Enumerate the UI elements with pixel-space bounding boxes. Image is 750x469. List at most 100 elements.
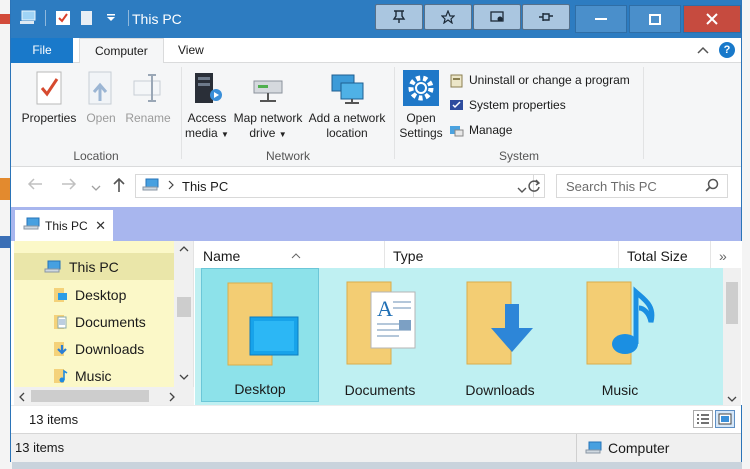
item-count: 13 items [15, 440, 65, 455]
rename-button[interactable]: Rename [123, 69, 173, 126]
rename-icon [133, 74, 161, 102]
nav-horizontal-scrollbar[interactable] [14, 387, 194, 405]
chevron-down-icon[interactable] [102, 9, 120, 27]
scroll-thumb[interactable] [31, 390, 149, 402]
tab-view[interactable]: View [163, 38, 219, 63]
explorer-window: This PC File Computer View ? Properties … [10, 0, 742, 462]
forward-arrow-icon[interactable] [61, 177, 77, 196]
file-item-music[interactable]: Music [561, 268, 679, 402]
scroll-thumb[interactable] [177, 297, 191, 317]
network-location-icon [331, 74, 364, 104]
back-arrow-icon[interactable] [27, 177, 43, 196]
status-location: Computer [576, 434, 669, 462]
uninstall-icon [450, 74, 463, 87]
divider [45, 10, 46, 26]
column-header-name[interactable]: Name [195, 241, 385, 268]
expand-ribbon-icon[interactable] [697, 43, 709, 57]
tab-this-pc[interactable]: This PC ✕ [15, 210, 113, 241]
column-header-total-size[interactable]: Total Size [619, 241, 711, 268]
tab-label: This PC [45, 218, 88, 233]
content-vertical-scrollbar[interactable] [723, 268, 741, 405]
open-button[interactable]: Open [81, 69, 121, 126]
nav-vertical-scrollbar[interactable] [174, 241, 193, 387]
map-network-drive-button[interactable]: Map network drive ▼ [232, 69, 304, 142]
tab-computer[interactable]: Computer [79, 38, 164, 64]
search-box[interactable] [556, 174, 728, 198]
breadcrumb[interactable]: This PC [182, 179, 228, 194]
breadcrumb-separator-icon[interactable] [168, 179, 174, 193]
computer-icon [142, 178, 160, 195]
open-settings-button[interactable]: Open Settings [397, 69, 445, 141]
properties-button[interactable]: Properties [19, 69, 79, 126]
file-list: Name Type Total Size » Desktop A Documen… [195, 241, 742, 405]
documents-icon [54, 314, 67, 329]
ribbon-group-network: Access media ▼ Map network drive ▼ Add a… [182, 63, 394, 167]
more-columns-button[interactable]: » [711, 241, 741, 268]
background-page-right [742, 0, 750, 469]
file-item-desktop[interactable]: Desktop [201, 268, 319, 402]
minimize-button[interactable] [575, 5, 627, 33]
refresh-button[interactable] [523, 174, 545, 198]
pin-down-tool-button[interactable] [375, 4, 423, 30]
file-item-documents[interactable]: A Documents [321, 268, 439, 402]
maximize-button[interactable] [629, 5, 681, 33]
items-view: Desktop A Documents Downloads Music [195, 268, 723, 405]
address-row: This PC [11, 167, 741, 207]
gear-icon [403, 70, 439, 106]
window-tool-button[interactable] [473, 4, 521, 30]
window-controls [575, 5, 741, 33]
access-media-button[interactable]: Access media ▼ [184, 69, 230, 142]
search-input[interactable] [566, 178, 696, 194]
uninstall-program-button[interactable]: Uninstall or change a program [449, 70, 630, 90]
close-button[interactable] [683, 5, 741, 33]
nav-item-this-pc[interactable]: This PC [14, 253, 174, 280]
divider [128, 10, 129, 26]
up-arrow-icon[interactable] [112, 177, 126, 198]
scroll-down-icon[interactable] [727, 392, 737, 406]
manage-icon [450, 125, 464, 136]
system-properties-button[interactable]: System properties [449, 95, 566, 115]
network-drive-icon [253, 80, 283, 102]
computer-icon[interactable] [19, 9, 37, 27]
group-label-system: System [498, 149, 539, 163]
divider [643, 67, 644, 159]
column-header-type[interactable]: Type [385, 241, 619, 268]
nav-item-desktop[interactable]: Desktop [14, 281, 174, 308]
tab-file[interactable]: File [11, 38, 73, 63]
scroll-right-icon[interactable] [168, 391, 176, 405]
new-folder-icon[interactable] [78, 9, 96, 27]
search-icon[interactable] [705, 178, 719, 195]
ribbon: Properties Open Rename Location Access m… [11, 63, 741, 167]
dropdown-caret-icon: ▼ [221, 130, 229, 139]
details-view-button[interactable] [693, 410, 713, 428]
properties-icon[interactable] [54, 9, 72, 27]
quick-access-toolbar [19, 9, 131, 27]
scroll-up-icon[interactable] [179, 245, 189, 256]
properties-icon [36, 71, 62, 105]
scroll-thumb[interactable] [726, 282, 738, 324]
add-network-location-button[interactable]: Add a network location [306, 69, 388, 141]
large-icons-view-button[interactable] [715, 410, 735, 428]
scroll-down-icon[interactable] [179, 373, 189, 384]
title-bar: This PC [11, 0, 741, 38]
file-item-downloads[interactable]: Downloads [441, 268, 559, 402]
view-toggle-group [693, 410, 735, 428]
close-tab-icon[interactable]: ✕ [95, 218, 106, 234]
downloads-icon [54, 341, 67, 356]
nav-item-downloads[interactable]: Downloads [14, 335, 174, 362]
ribbon-group-location: Properties Open Rename Location [11, 63, 181, 167]
manage-button[interactable]: Manage [449, 120, 512, 140]
scroll-left-icon[interactable] [18, 391, 26, 405]
recent-locations-chevron-icon[interactable] [91, 179, 101, 197]
nav-item-documents[interactable]: Documents [14, 308, 174, 335]
desktop-folder-icon [227, 282, 299, 366]
nav-item-music[interactable]: Music [14, 362, 174, 387]
address-bar[interactable]: This PC [135, 174, 534, 198]
folder-icon [54, 287, 67, 302]
system-properties-icon [450, 99, 463, 110]
title-tool-group [375, 4, 570, 30]
pin-side-tool-button[interactable] [522, 4, 570, 30]
help-icon[interactable]: ? [719, 42, 735, 58]
star-tool-button[interactable] [424, 4, 472, 30]
documents-folder-icon: A [346, 281, 416, 365]
